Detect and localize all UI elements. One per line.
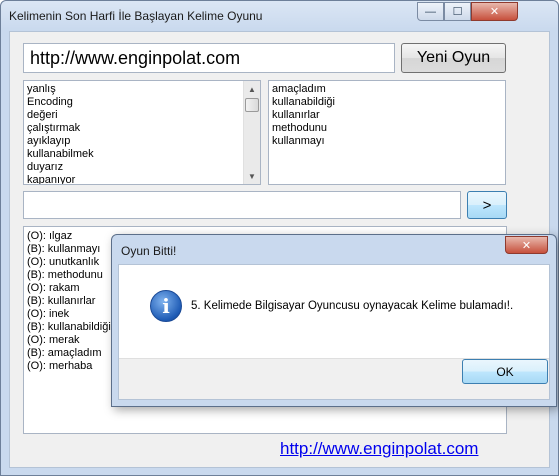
submit-word-button[interactable]: > (467, 191, 507, 219)
info-icon: i (150, 290, 182, 322)
scrollbar[interactable]: ▲ ▼ (243, 81, 260, 184)
word-pool-list[interactable]: yanlış Encoding değeri çalıştırmak ayıklayıp… (23, 80, 261, 185)
dialog-title: Oyun Bitti! (121, 244, 177, 258)
dialog-close-button[interactable]: ✕ (505, 236, 548, 254)
scroll-thumb[interactable] (245, 98, 259, 112)
url-field[interactable]: http://www.enginpolat.com (23, 43, 395, 73)
list-item[interactable]: methodunu (269, 122, 505, 135)
list-item[interactable]: kullanırlar (269, 109, 505, 122)
list-item[interactable]: çalıştırmak (24, 122, 260, 135)
dialog-body: i 5. Kelimede Bilgisayar Oyuncusu oynaya… (118, 264, 550, 400)
list-item[interactable]: Encoding (24, 96, 260, 109)
minimize-icon: — (425, 5, 436, 18)
website-link[interactable]: http://www.enginpolat.com (280, 439, 478, 459)
list-item[interactable]: kullanabildiği (269, 96, 505, 109)
word-pool-items: yanlış Encoding değeri çalıştırmak ayıklayıp… (24, 81, 260, 184)
list-item[interactable]: yanlış (24, 83, 260, 96)
list-item[interactable]: kullanmayı (269, 135, 505, 148)
window-title: Kelimenin Son Harfi İle Başlayan Kelime … (9, 9, 263, 23)
title-bar[interactable]: Kelimenin Son Harfi İle Başlayan Kelime … (1, 1, 558, 31)
ok-button[interactable]: OK (462, 359, 548, 384)
list-item[interactable]: değeri (24, 109, 260, 122)
word-input[interactable] (23, 191, 461, 219)
list-item[interactable]: kullanabilmek (24, 148, 260, 161)
close-icon: ✕ (521, 239, 532, 252)
maximize-button[interactable]: ☐ (444, 2, 471, 21)
list-item[interactable]: kapanıyor (24, 174, 260, 184)
maximize-icon: ☐ (452, 6, 463, 18)
scroll-down-icon[interactable]: ▼ (244, 168, 260, 184)
close-icon: ✕ (489, 6, 500, 18)
dialog-message: 5. Kelimede Bilgisayar Oyuncusu oynayaca… (191, 300, 514, 312)
minimize-button[interactable]: — (417, 2, 444, 21)
used-words-items: amaçladım kullanabildiği kullanırlar method… (269, 81, 505, 148)
scroll-up-icon[interactable]: ▲ (244, 81, 260, 97)
list-item[interactable]: ayıklayıp (24, 135, 260, 148)
game-over-dialog: Oyun Bitti! ✕ i 5. Kelimede Bilgisayar O… (111, 234, 557, 407)
new-game-button[interactable]: Yeni Oyun (401, 43, 506, 73)
list-item[interactable]: amaçladım (269, 83, 505, 96)
used-words-list[interactable]: amaçladım kullanabildiği kullanırlar method… (268, 80, 506, 185)
list-item[interactable]: duyarız (24, 161, 260, 174)
close-button[interactable]: ✕ (471, 2, 518, 21)
